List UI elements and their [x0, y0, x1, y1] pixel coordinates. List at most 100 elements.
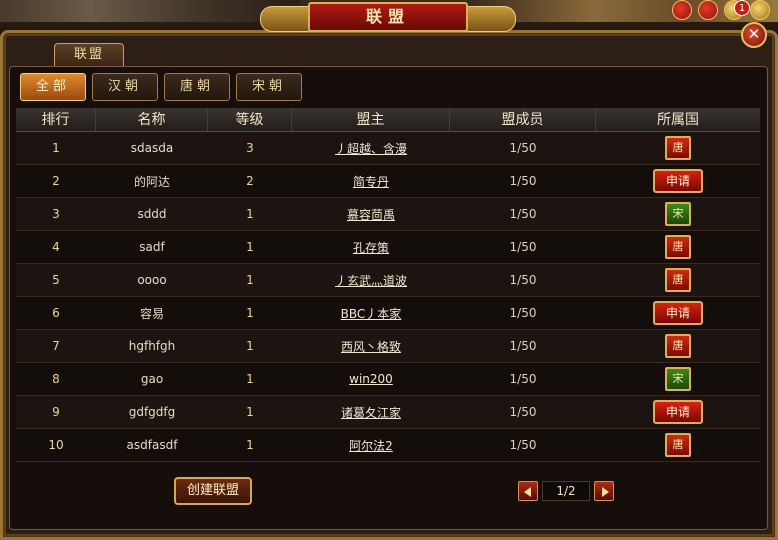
level-cell: 1 [246, 405, 254, 419]
top-icon-tray [672, 0, 770, 20]
tang-nation-badge-icon: 唐 [665, 433, 691, 457]
table-header: 排行 名称 等级 盟主 盟成员 所属国 [16, 108, 760, 132]
leader-cell: 慕容茴禹 [292, 206, 450, 223]
table-row[interactable]: 5 oooo 1 丿玄武灬道波 1/50 唐 [16, 264, 760, 297]
rank-cell: 7 [52, 339, 60, 353]
header-nation: 所属国 [657, 112, 699, 128]
leader-link[interactable]: 慕容茴禹 [347, 208, 395, 222]
members-cell: 1/50 [509, 372, 537, 386]
tang-nation-badge-icon: 唐 [665, 334, 691, 358]
filter-tab-tang[interactable]: 唐朝 [164, 73, 230, 101]
level-cell: 1 [246, 372, 254, 386]
leader-cell: BBC丿本家 [292, 305, 450, 322]
leader-link[interactable]: 丿玄武灬道波 [335, 274, 407, 288]
tab-alliance[interactable]: 联盟 [54, 43, 124, 67]
members-cell: 1/50 [509, 141, 537, 155]
table-row[interactable]: 1 sdasda 3 丿超越、含漫 1/50 唐 [16, 132, 760, 165]
table-row[interactable]: 7 hgfhfgh 1 西风丶格致 1/50 唐 [16, 330, 760, 363]
leader-link[interactable]: 丿超越、含漫 [335, 142, 407, 156]
nation-cell: 唐 [596, 136, 760, 160]
close-button[interactable]: ✕ [741, 22, 767, 48]
leader-link[interactable]: 孔存策 [353, 241, 389, 255]
leader-link[interactable]: 阿尔法2 [349, 439, 393, 453]
table-row[interactable]: 8 gao 1 win200 1/50 宋 [16, 363, 760, 396]
filter-tab-song[interactable]: 宋朝 [236, 73, 302, 101]
next-page-button[interactable] [594, 481, 614, 501]
alliance-name-cell: sdasda [130, 141, 174, 155]
title-plate: 联盟 [248, 0, 528, 36]
treasure-icon[interactable] [750, 0, 770, 20]
nation-cell: 申请 [596, 301, 760, 325]
alliance-name-cell: hgfhfgh [128, 339, 176, 353]
tang-nation-badge-icon: 唐 [665, 268, 691, 292]
alliance-name-cell: oooo [137, 273, 167, 287]
rank-cell: 3 [52, 207, 60, 221]
table-row[interactable]: 4 sadf 1 孔存策 1/50 唐 [16, 231, 760, 264]
event-icon[interactable] [698, 0, 718, 20]
table-row[interactable]: 6 容易 1 BBC丿本家 1/50 申请 [16, 297, 760, 330]
members-cell: 1/50 [509, 273, 537, 287]
alliance-name-cell: 容易 [139, 306, 164, 321]
event-icon[interactable] [672, 0, 692, 20]
apply-button[interactable]: 申请 [653, 400, 703, 424]
level-cell: 1 [246, 306, 254, 320]
notification-badge: 1 [734, 0, 750, 16]
leader-cell: 简专丹 [292, 173, 450, 190]
prev-page-button[interactable] [518, 481, 538, 501]
rank-cell: 4 [52, 240, 60, 254]
apply-button[interactable]: 申请 [653, 301, 703, 325]
leader-cell: 西风丶格致 [292, 338, 450, 355]
header-level: 等级 [208, 108, 292, 131]
level-cell: 1 [246, 240, 254, 254]
page-indicator: 1/2 [542, 481, 590, 501]
level-cell: 2 [246, 174, 254, 188]
create-alliance-button[interactable]: 创建联盟 [174, 477, 252, 505]
members-cell: 1/50 [509, 207, 537, 221]
level-cell: 1 [246, 438, 254, 452]
alliance-name-cell: sddd [137, 207, 167, 221]
alliance-name-cell: gao [140, 372, 164, 386]
rank-cell: 1 [52, 141, 60, 155]
nation-cell: 宋 [596, 202, 760, 226]
level-cell: 3 [246, 141, 254, 155]
song-nation-badge-icon: 宋 [665, 367, 691, 391]
tang-nation-badge-icon: 唐 [665, 235, 691, 259]
nation-cell: 唐 [596, 334, 760, 358]
nation-cell: 宋 [596, 367, 760, 391]
members-cell: 1/50 [509, 306, 537, 320]
members-cell: 1/50 [509, 174, 537, 188]
table-row[interactable]: 2 的阿达 2 简专丹 1/50 申请 [16, 165, 760, 198]
leader-cell: 丿超越、含漫 [292, 140, 450, 157]
level-cell: 1 [246, 273, 254, 287]
filter-tab-han[interactable]: 汉朝 [92, 73, 158, 101]
table-row[interactable]: 10 asdfasdf 1 阿尔法2 1/50 唐 [16, 429, 760, 462]
leader-link[interactable]: 诸葛夂江家 [341, 406, 401, 420]
leader-link[interactable]: 简专丹 [353, 175, 389, 189]
alliance-name-cell: sadf [139, 240, 165, 254]
level-cell: 1 [246, 339, 254, 353]
leader-link[interactable]: win200 [349, 372, 393, 386]
rank-cell: 10 [48, 438, 64, 452]
song-nation-badge-icon: 宋 [665, 202, 691, 226]
alliance-name-cell: gdfgdfg [128, 405, 176, 419]
tang-nation-badge-icon: 唐 [665, 136, 691, 160]
window-title: 联盟 [308, 2, 468, 32]
leader-link[interactable]: 西风丶格致 [341, 340, 401, 354]
alliance-table-body: 1 sdasda 3 丿超越、含漫 1/50 唐 2 的阿达 2 简专丹 1/50 申请 3 sddd 1 慕… [16, 132, 760, 462]
nation-cell: 唐 [596, 268, 760, 292]
leader-cell: 阿尔法2 [292, 437, 450, 454]
rank-cell: 5 [52, 273, 60, 287]
leader-cell: win200 [292, 372, 450, 386]
leader-link[interactable]: BBC丿本家 [341, 307, 402, 321]
table-row[interactable]: 3 sddd 1 慕容茴禹 1/50 宋 [16, 198, 760, 231]
pagination: 1/2 [518, 481, 614, 501]
apply-button[interactable]: 申请 [653, 169, 703, 193]
header-rank: 排行 [16, 108, 96, 131]
leader-cell: 孔存策 [292, 239, 450, 256]
rank-cell: 2 [52, 174, 60, 188]
alliance-name-cell: asdfasdf [126, 438, 178, 452]
filter-tab-all[interactable]: 全部 [20, 73, 86, 101]
table-row[interactable]: 9 gdfgdfg 1 诸葛夂江家 1/50 申请 [16, 396, 760, 429]
header-name: 名称 [96, 108, 208, 131]
nation-cell: 申请 [596, 400, 760, 424]
